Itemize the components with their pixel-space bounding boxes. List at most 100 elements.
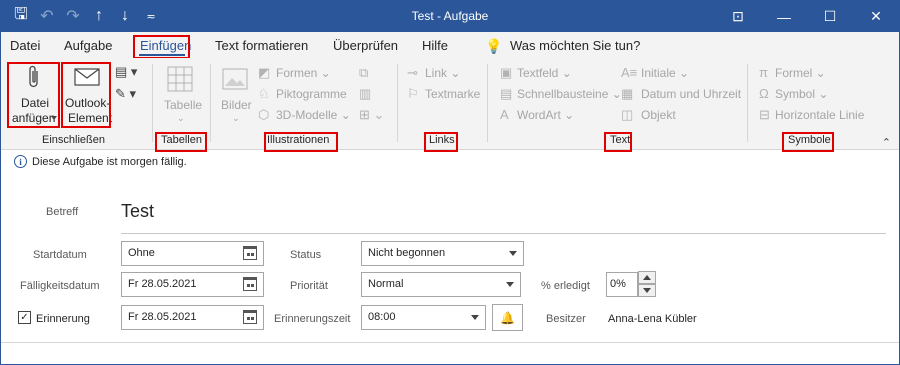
link-icon: ⊸ xyxy=(407,65,418,80)
close-icon[interactable]: ✕ xyxy=(853,1,899,32)
picture-icon xyxy=(222,68,248,90)
tab-hilfe[interactable]: Hilfe xyxy=(422,38,448,53)
erinnerungszeit-label: Erinnerungszeit xyxy=(274,313,351,325)
icons-icon: ♘ xyxy=(258,86,270,101)
calendar-icon[interactable] xyxy=(243,277,257,291)
3d-model-icon: ⬡ xyxy=(258,107,270,122)
prioritaet-label: Priorität xyxy=(290,280,328,292)
separator xyxy=(747,64,748,142)
initiale-button[interactable]: Initiale ⌄ xyxy=(641,66,689,80)
tell-me-search[interactable]: Was möchten Sie tun? xyxy=(510,38,640,53)
piktogramme-button[interactable]: Piktogramme xyxy=(276,87,347,101)
equation-icon: π xyxy=(759,65,768,80)
calendar-icon[interactable] xyxy=(243,246,257,260)
minimize-icon[interactable]: — xyxy=(761,1,807,32)
separator xyxy=(210,64,211,142)
schnellbausteine-button[interactable]: Schnellbausteine ⌄ xyxy=(517,87,622,101)
stepper-down-icon[interactable] xyxy=(638,284,656,297)
bell-icon[interactable]: 🔔 xyxy=(492,304,523,331)
shapes-icon: ◩ xyxy=(258,65,271,80)
ribbon-display-icon[interactable]: ⊡ xyxy=(715,1,761,32)
lightbulb-icon: 💡 xyxy=(485,38,503,54)
info-icon: i xyxy=(14,155,27,168)
faelligkeitsdatum-value: Fr 28.05.2021 xyxy=(128,278,197,290)
stepper-up-icon[interactable] xyxy=(638,271,656,284)
smartart-icon[interactable]: ⧉ xyxy=(359,65,368,81)
textmarke-button[interactable]: Textmarke xyxy=(425,87,480,101)
betreff-underline xyxy=(121,233,886,234)
separator xyxy=(397,64,398,142)
status-value: Nicht begonnen xyxy=(368,247,446,259)
erledigt-stepper[interactable] xyxy=(638,271,656,298)
group-label-einschliessen: Einschließen xyxy=(42,134,105,146)
info-bar: i Diese Aufgabe ist morgen fällig. xyxy=(14,155,187,168)
textbox-icon: ▣ xyxy=(500,65,513,80)
erledigt-input[interactable]: 0% xyxy=(606,272,638,297)
tab-datei[interactable]: Datei xyxy=(10,38,40,53)
prioritaet-value: Normal xyxy=(368,278,404,290)
omega-icon: Ω xyxy=(759,86,769,101)
datum-uhrzeit-button[interactable]: Datum und Uhrzeit xyxy=(641,87,741,101)
tabelle-button[interactable]: Tabelle xyxy=(164,98,202,112)
window-controls: ⊡ — ☐ ✕ xyxy=(715,1,899,32)
wordart-button[interactable]: WordArt ⌄ xyxy=(517,108,574,122)
highlight-tabellen xyxy=(155,132,207,152)
chevron-down-icon xyxy=(471,315,479,320)
tab-text-formatieren[interactable]: Text formatieren xyxy=(215,38,308,53)
maximize-icon[interactable]: ☐ xyxy=(807,1,853,32)
textfeld-button[interactable]: Textfeld ⌄ xyxy=(517,66,572,80)
startdatum-value: Ohne xyxy=(128,247,155,259)
tab-ueberpruefen[interactable]: Überprüfen xyxy=(333,38,398,53)
dropcap-icon: A≡ xyxy=(621,65,638,80)
tab-aufgabe[interactable]: Aufgabe xyxy=(64,38,112,53)
collapse-ribbon-icon[interactable]: ⌃ xyxy=(882,136,891,149)
title-bar: 🖫 ↶ ↷ ↑ ↓ ≂ Test - Aufgabe ⊡ — ☐ ✕ xyxy=(1,1,899,32)
separator xyxy=(487,64,488,142)
startdatum-field[interactable]: Ohne xyxy=(121,241,264,266)
chevron-down-icon: ⌄ xyxy=(232,113,240,123)
signature-icon[interactable]: ✎ ▾ xyxy=(115,86,136,102)
formen-button[interactable]: Formen ⌄ xyxy=(276,66,331,80)
faelligkeitsdatum-label: Fälligkeitsdatum xyxy=(20,280,100,292)
prioritaet-select[interactable]: Normal xyxy=(361,272,521,297)
symbol-button[interactable]: Symbol ⌄ xyxy=(775,87,828,101)
highlight-links xyxy=(424,132,458,152)
highlight-text xyxy=(604,132,632,152)
object-icon: ◫ xyxy=(621,107,634,122)
wordart-icon: A xyxy=(500,107,509,122)
chevron-down-icon xyxy=(506,282,514,287)
quickparts-icon: ▤ xyxy=(500,86,513,101)
objekt-button[interactable]: Objekt xyxy=(641,108,676,122)
info-text: Diese Aufgabe ist morgen fällig. xyxy=(32,155,187,168)
faelligkeitsdatum-field[interactable]: Fr 28.05.2021 xyxy=(121,272,264,297)
divider xyxy=(1,342,899,343)
erinnerungszeit-select[interactable]: 08:00 xyxy=(361,305,486,330)
3d-modelle-button[interactable]: 3D-Modelle ⌄ xyxy=(276,108,351,122)
bilder-button[interactable]: Bilder xyxy=(221,98,252,112)
erinnerung-checkbox[interactable]: ✓ xyxy=(18,311,31,324)
erledigt-label: % erledigt xyxy=(541,280,590,292)
chart-icon[interactable]: ▥ xyxy=(359,86,371,102)
chevron-down-icon xyxy=(509,251,517,256)
status-select[interactable]: Nicht begonnen xyxy=(361,241,524,266)
screenshot-icon[interactable]: ⊞ ⌄ xyxy=(359,107,384,123)
besitzer-label: Besitzer xyxy=(546,313,586,325)
chevron-down-icon: ⌄ xyxy=(177,113,185,123)
besitzer-value: Anna-Lena Kübler xyxy=(608,313,697,325)
betreff-label: Betreff xyxy=(46,206,79,218)
business-card-icon[interactable]: ▤ ▾ xyxy=(115,64,137,80)
horizontale-linie-button[interactable]: Horizontale Linie xyxy=(775,108,864,122)
highlight-symbole xyxy=(782,132,834,152)
erinnerung-date-value: Fr 28.05.2021 xyxy=(128,311,197,323)
erinnerung-date-field[interactable]: Fr 28.05.2021 xyxy=(121,305,264,330)
formel-button[interactable]: Formel ⌄ xyxy=(775,66,826,80)
calendar-icon[interactable] xyxy=(243,310,257,324)
highlight-illustrationen xyxy=(264,132,338,152)
startdatum-label: Startdatum xyxy=(33,249,87,261)
table-icon xyxy=(167,66,193,92)
horizontal-line-icon: ⊟ xyxy=(759,107,770,122)
link-button[interactable]: Link ⌄ xyxy=(425,66,460,80)
betreff-input[interactable]: Test xyxy=(121,201,154,222)
status-label: Status xyxy=(290,249,322,261)
highlight-datei-anfuegen xyxy=(7,62,60,128)
